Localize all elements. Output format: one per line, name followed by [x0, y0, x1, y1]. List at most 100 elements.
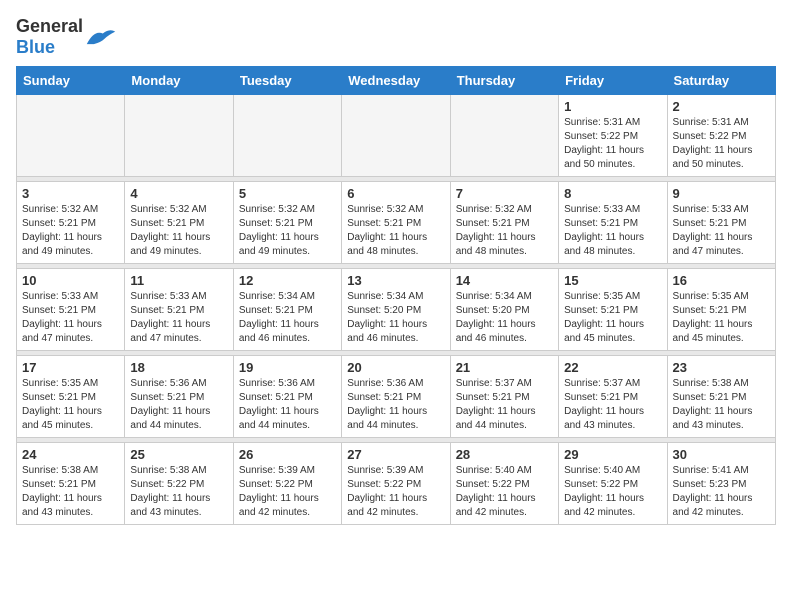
- calendar-cell: 12 Sunrise: 5:34 AMSunset: 5:21 PMDayligh…: [233, 269, 341, 351]
- calendar-cell: 9 Sunrise: 5:33 AMSunset: 5:21 PMDaylight…: [667, 182, 775, 264]
- weekday-header-saturday: Saturday: [667, 67, 775, 95]
- calendar-cell: 6Sunrise: 5:32 AMSunset: 5:21 PMDaylight…: [342, 182, 450, 264]
- calendar-cell: 13 Sunrise: 5:34 AMSunset: 5:20 PMDayligh…: [342, 269, 450, 351]
- day-number: 28: [456, 447, 553, 462]
- day-number: 4: [130, 186, 227, 201]
- day-info: Sunrise: 5:37 AMSunset: 5:21 PMDaylight:…: [564, 377, 661, 433]
- day-info: Sunrise: 5:35 AMSunset: 5:21 PMDaylight:…: [564, 290, 661, 346]
- day-info: Sunrise: 5:33 AMSunset: 5:21 PMDaylight:…: [673, 203, 770, 259]
- calendar-cell: 8 Sunrise: 5:33 AMSunset: 5:21 PMDaylight…: [559, 182, 667, 264]
- day-number: 29: [564, 447, 661, 462]
- week-row-5: 24 Sunrise: 5:38 AMSunset: 5:21 PMDayligh…: [17, 443, 776, 525]
- logo-general: General: [16, 16, 83, 36]
- day-number: 26: [239, 447, 336, 462]
- day-number: 30: [673, 447, 770, 462]
- calendar-header-row: SundayMondayTuesdayWednesdayThursdayFrid…: [17, 67, 776, 95]
- week-row-2: 3 Sunrise: 5:32 AMSunset: 5:21 PMDaylight…: [17, 182, 776, 264]
- calendar-cell: [342, 95, 450, 177]
- day-info: Sunrise: 5:32 AMSunset: 5:21 PMDaylight:…: [130, 203, 227, 259]
- calendar-cell: 19 Sunrise: 5:36 AMSunset: 5:21 PMDayligh…: [233, 356, 341, 438]
- weekday-header-monday: Monday: [125, 67, 233, 95]
- day-number: 25: [130, 447, 227, 462]
- day-number: 1: [564, 99, 661, 114]
- calendar-cell: 17 Sunrise: 5:35 AMSunset: 5:21 PMDayligh…: [17, 356, 125, 438]
- day-info: Sunrise: 5:41 AMSunset: 5:23 PMDaylight:…: [673, 464, 770, 520]
- day-number: 9: [673, 186, 770, 201]
- day-number: 13: [347, 273, 444, 288]
- calendar-cell: 25Sunrise: 5:38 AMSunset: 5:22 PMDayligh…: [125, 443, 233, 525]
- calendar-cell: 15 Sunrise: 5:35 AMSunset: 5:21 PMDayligh…: [559, 269, 667, 351]
- page-header: General Blue: [16, 16, 776, 58]
- day-info: Sunrise: 5:34 AMSunset: 5:20 PMDaylight:…: [456, 290, 553, 346]
- day-info: Sunrise: 5:31 AMSunset: 5:22 PMDaylight:…: [673, 116, 770, 172]
- calendar-cell: 29 Sunrise: 5:40 AMSunset: 5:22 PMDayligh…: [559, 443, 667, 525]
- calendar-cell: 22Sunrise: 5:37 AMSunset: 5:21 PMDayligh…: [559, 356, 667, 438]
- day-info: Sunrise: 5:39 AMSunset: 5:22 PMDaylight:…: [239, 464, 336, 520]
- day-info: Sunrise: 5:32 AMSunset: 5:21 PMDaylight:…: [22, 203, 119, 259]
- day-info: Sunrise: 5:34 AMSunset: 5:21 PMDaylight:…: [239, 290, 336, 346]
- calendar-cell: 20Sunrise: 5:36 AMSunset: 5:21 PMDayligh…: [342, 356, 450, 438]
- day-number: 19: [239, 360, 336, 375]
- calendar-cell: 28 Sunrise: 5:40 AMSunset: 5:22 PMDayligh…: [450, 443, 558, 525]
- day-info: Sunrise: 5:33 AMSunset: 5:21 PMDaylight:…: [564, 203, 661, 259]
- day-number: 15: [564, 273, 661, 288]
- calendar-cell: [125, 95, 233, 177]
- day-info: Sunrise: 5:35 AMSunset: 5:21 PMDaylight:…: [22, 377, 119, 433]
- calendar-cell: [233, 95, 341, 177]
- day-info: Sunrise: 5:38 AMSunset: 5:21 PMDaylight:…: [22, 464, 119, 520]
- day-info: Sunrise: 5:32 AMSunset: 5:21 PMDaylight:…: [456, 203, 553, 259]
- day-number: 8: [564, 186, 661, 201]
- day-number: 27: [347, 447, 444, 462]
- day-number: 18: [130, 360, 227, 375]
- day-info: Sunrise: 5:32 AMSunset: 5:21 PMDaylight:…: [347, 203, 444, 259]
- day-info: Sunrise: 5:36 AMSunset: 5:21 PMDaylight:…: [239, 377, 336, 433]
- logo: General Blue: [16, 16, 117, 58]
- day-info: Sunrise: 5:36 AMSunset: 5:21 PMDaylight:…: [347, 377, 444, 433]
- logo-bird-icon: [85, 26, 117, 48]
- calendar-cell: 30 Sunrise: 5:41 AMSunset: 5:23 PMDayligh…: [667, 443, 775, 525]
- day-info: Sunrise: 5:35 AMSunset: 5:21 PMDaylight:…: [673, 290, 770, 346]
- week-row-3: 10 Sunrise: 5:33 AMSunset: 5:21 PMDayligh…: [17, 269, 776, 351]
- day-number: 3: [22, 186, 119, 201]
- day-info: Sunrise: 5:31 AMSunset: 5:22 PMDaylight:…: [564, 116, 661, 172]
- day-info: Sunrise: 5:39 AMSunset: 5:22 PMDaylight:…: [347, 464, 444, 520]
- day-number: 14: [456, 273, 553, 288]
- day-number: 2: [673, 99, 770, 114]
- calendar-cell: [450, 95, 558, 177]
- day-number: 23: [673, 360, 770, 375]
- day-info: Sunrise: 5:40 AMSunset: 5:22 PMDaylight:…: [564, 464, 661, 520]
- day-number: 5: [239, 186, 336, 201]
- day-number: 10: [22, 273, 119, 288]
- calendar-cell: 2 Sunrise: 5:31 AMSunset: 5:22 PMDaylight…: [667, 95, 775, 177]
- calendar-cell: [17, 95, 125, 177]
- calendar-cell: 11 Sunrise: 5:33 AMSunset: 5:21 PMDayligh…: [125, 269, 233, 351]
- logo-blue: Blue: [16, 37, 55, 57]
- calendar-cell: 1 Sunrise: 5:31 AMSunset: 5:22 PMDaylight…: [559, 95, 667, 177]
- week-row-4: 17 Sunrise: 5:35 AMSunset: 5:21 PMDayligh…: [17, 356, 776, 438]
- day-number: 16: [673, 273, 770, 288]
- calendar-cell: 3 Sunrise: 5:32 AMSunset: 5:21 PMDaylight…: [17, 182, 125, 264]
- day-info: Sunrise: 5:33 AMSunset: 5:21 PMDaylight:…: [130, 290, 227, 346]
- day-number: 17: [22, 360, 119, 375]
- day-number: 11: [130, 273, 227, 288]
- day-number: 12: [239, 273, 336, 288]
- weekday-header-sunday: Sunday: [17, 67, 125, 95]
- day-info: Sunrise: 5:38 AMSunset: 5:21 PMDaylight:…: [673, 377, 770, 433]
- week-row-1: 1 Sunrise: 5:31 AMSunset: 5:22 PMDaylight…: [17, 95, 776, 177]
- day-info: Sunrise: 5:36 AMSunset: 5:21 PMDaylight:…: [130, 377, 227, 433]
- day-number: 24: [22, 447, 119, 462]
- calendar-cell: 14 Sunrise: 5:34 AMSunset: 5:20 PMDayligh…: [450, 269, 558, 351]
- weekday-header-wednesday: Wednesday: [342, 67, 450, 95]
- day-info: Sunrise: 5:40 AMSunset: 5:22 PMDaylight:…: [456, 464, 553, 520]
- calendar-cell: 26 Sunrise: 5:39 AMSunset: 5:22 PMDayligh…: [233, 443, 341, 525]
- day-info: Sunrise: 5:33 AMSunset: 5:21 PMDaylight:…: [22, 290, 119, 346]
- calendar-cell: 23 Sunrise: 5:38 AMSunset: 5:21 PMDayligh…: [667, 356, 775, 438]
- day-info: Sunrise: 5:37 AMSunset: 5:21 PMDaylight:…: [456, 377, 553, 433]
- weekday-header-thursday: Thursday: [450, 67, 558, 95]
- calendar-cell: 27 Sunrise: 5:39 AMSunset: 5:22 PMDayligh…: [342, 443, 450, 525]
- calendar-cell: 10 Sunrise: 5:33 AMSunset: 5:21 PMDayligh…: [17, 269, 125, 351]
- calendar-cell: 16 Sunrise: 5:35 AMSunset: 5:21 PMDayligh…: [667, 269, 775, 351]
- day-number: 21: [456, 360, 553, 375]
- day-info: Sunrise: 5:34 AMSunset: 5:20 PMDaylight:…: [347, 290, 444, 346]
- day-number: 7: [456, 186, 553, 201]
